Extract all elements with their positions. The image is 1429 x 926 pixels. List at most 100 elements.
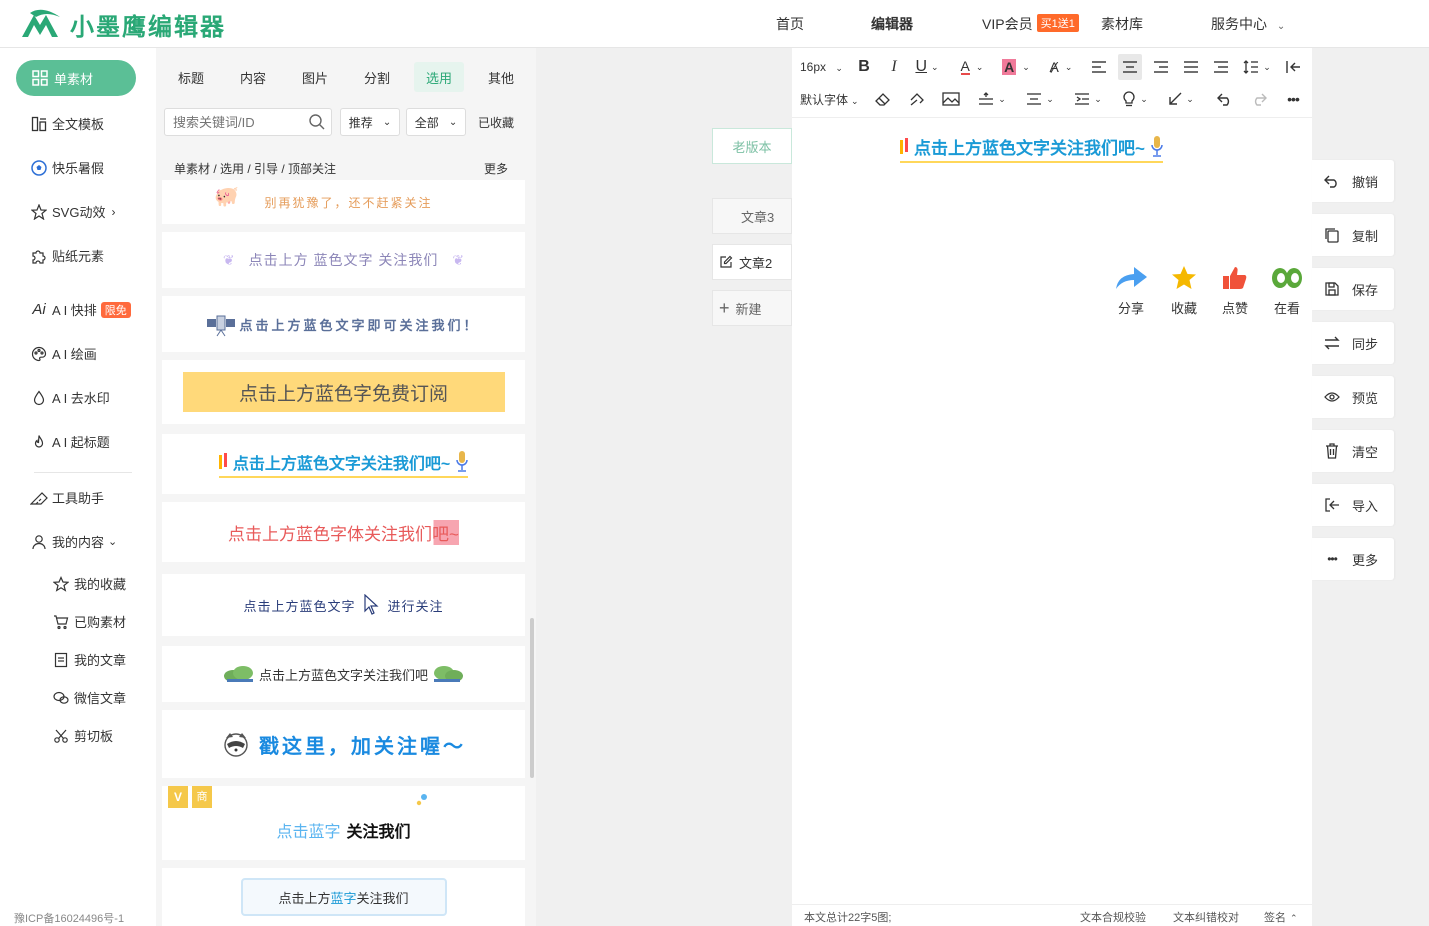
new-article-button[interactable]: + 新建 [712, 290, 792, 326]
reaction-share[interactable]: 分享 [1109, 264, 1153, 317]
panel-scrollbar[interactable] [530, 618, 534, 778]
sidebar-item-ai-layout[interactable]: Ai A I 快排 限免 [30, 300, 131, 319]
align-left-icon[interactable] [1088, 56, 1110, 78]
material-card[interactable]: 点击上方蓝色字体关注我们吧~ [162, 502, 525, 562]
import-button[interactable]: 导入 [1312, 484, 1394, 526]
nav-library[interactable]: 素材库 [1101, 14, 1143, 34]
material-card[interactable]: ❦ 点击上方 蓝色文字 关注我们 ❦ [162, 232, 525, 288]
sidebar-item-summer[interactable]: 快乐暑假 [30, 158, 104, 177]
wings-icon: ❦ [452, 251, 465, 268]
material-card[interactable]: 点击上方蓝色文字即可关注我们！ [162, 296, 525, 352]
clear-button[interactable]: 清空 [1312, 430, 1394, 472]
action-label: 同步 [1352, 336, 1379, 352]
underline-icon[interactable]: U ⌄ [912, 56, 942, 78]
more-toolbar-icon[interactable]: ••• [1282, 88, 1304, 110]
undo-button[interactable]: 撤销 [1312, 160, 1394, 202]
chevron-down-icon: ⌄ [851, 96, 859, 106]
tab-other[interactable]: 其他 [476, 62, 526, 92]
sidebar-item-templates[interactable]: 全文模板 [30, 114, 104, 133]
align-center-icon[interactable] [1118, 54, 1142, 80]
nav-vip[interactable]: VIP会员 买1送1 [982, 14, 1079, 34]
sidebar-sub-favorites[interactable]: 我的收藏 [52, 574, 126, 593]
undo-toolbar-icon[interactable] [1214, 88, 1236, 110]
material-card[interactable]: 点击上方蓝色文字 进行关注 [162, 574, 525, 636]
indent-icon[interactable] [1210, 56, 1232, 78]
material-card[interactable]: V 商 点击蓝字 关注我们 [162, 786, 525, 860]
highlight-icon[interactable]: A ⌄ [1000, 56, 1032, 78]
reaction-watching[interactable]: 在看 [1265, 264, 1309, 317]
justify-icon[interactable] [1180, 56, 1202, 78]
sidebar-item-ai-title[interactable]: A I 起标题 [30, 432, 110, 451]
logo[interactable]: 小墨鹰编辑器 [20, 6, 226, 42]
more-link[interactable]: 更多 [484, 160, 508, 177]
tab-divider[interactable]: 分割 [352, 62, 402, 92]
paragraph-spacing-icon[interactable]: ⌄ [1022, 88, 1058, 110]
tab-title[interactable]: 标题 [166, 62, 216, 92]
tab-selection[interactable]: 选用 [414, 62, 464, 92]
scope-dropdown[interactable]: 全部 ⌄ [406, 108, 466, 136]
arrow-icon[interactable]: ⌄ [1164, 88, 1198, 110]
sidebar-sub-articles[interactable]: 我的文章 [52, 650, 126, 669]
sidebar-item-svg[interactable]: SVG动效 › [30, 202, 115, 221]
reaction-like[interactable]: 点赞 [1213, 264, 1257, 317]
proofread-link[interactable]: 文本纠错校对 [1173, 909, 1239, 925]
reaction-favorite[interactable]: 收藏 [1162, 264, 1206, 317]
spacing-icon[interactable]: ⌄ [974, 88, 1010, 110]
format-painter-icon[interactable] [906, 88, 928, 110]
align-right-icon[interactable] [1150, 56, 1172, 78]
preview-button[interactable]: 预览 [1312, 376, 1394, 418]
sidebar-sub-wechat[interactable]: 微信文章 [52, 688, 126, 707]
font-color-icon[interactable]: A ⌄ [956, 56, 988, 78]
material-card[interactable]: 点击上方蓝色文字关注我们吧 [162, 646, 525, 702]
old-version-button[interactable]: 老版本 [712, 128, 792, 164]
article-tab-2[interactable]: 文章2 [712, 244, 792, 280]
compliance-check-link[interactable]: 文本合规校验 [1080, 909, 1146, 925]
icp-record[interactable]: 豫ICP备16024496号-1 [14, 910, 124, 926]
chevron-down-icon: ⌄ [1276, 21, 1286, 32]
sync-button[interactable]: 同步 [1312, 322, 1394, 364]
image-icon[interactable] [940, 88, 962, 110]
save-button[interactable]: 保存 [1312, 268, 1394, 310]
letter-spacing-icon[interactable]: ⌄ [1070, 88, 1106, 110]
sidebar-item-stickers[interactable]: 贴纸元素 [30, 246, 104, 265]
sidebar-item-single-material[interactable]: 单素材 [16, 60, 136, 96]
signature-toggle[interactable]: 签名 ⌃ [1264, 909, 1298, 925]
content-title-block[interactable]: 点击上方蓝色文字关注我们吧~ [900, 134, 1163, 163]
sidebar-item-my-content[interactable]: 我的内容 ⌄ [30, 532, 117, 551]
sidebar-item-tools[interactable]: 工具助手 [30, 488, 104, 507]
material-card[interactable]: 点击上方蓝色文字关注我们吧~ [162, 434, 525, 494]
search-icon[interactable] [308, 113, 326, 134]
text-effect-icon[interactable]: Ⱥ ⌄ [1044, 56, 1078, 78]
redo-toolbar-icon[interactable] [1248, 88, 1270, 110]
sidebar-item-ai-paint[interactable]: A I 绘画 [30, 344, 97, 363]
eraser-icon[interactable] [872, 88, 894, 110]
material-card[interactable]: 戳这里，加关注喔～ [162, 710, 525, 778]
italic-icon[interactable]: I [884, 56, 904, 78]
more-button[interactable]: ••• 更多 [1312, 538, 1394, 580]
sidebar-sub-purchased[interactable]: 已购素材 [52, 612, 126, 631]
bold-icon[interactable]: B [854, 56, 874, 78]
sort-dropdown[interactable]: 推荐 ⌄ [340, 108, 400, 136]
font-size-select[interactable]: 16px ⌄ [800, 60, 843, 74]
copy-button[interactable]: 复制 [1312, 214, 1394, 256]
watching-eyes-icon [1265, 264, 1309, 292]
search-input[interactable] [164, 108, 332, 136]
material-card[interactable]: 点击上方 蓝字 关注我们 [162, 868, 525, 926]
tab-image[interactable]: 图片 [290, 62, 340, 92]
line-height-icon[interactable]: ⌄ [1240, 56, 1274, 78]
material-card[interactable]: 🐖 别再犹豫了，还不赶紧关注 [162, 180, 525, 224]
exit-icon[interactable] [1282, 56, 1304, 78]
star-icon [30, 203, 48, 221]
nav-service[interactable]: 服务中心 ⌄ [1211, 14, 1285, 34]
chevron-down-icon: ⌄ [382, 116, 392, 128]
font-family-select[interactable]: 默认字体 ⌄ [800, 91, 859, 108]
nav-home[interactable]: 首页 [776, 14, 804, 34]
tab-content[interactable]: 内容 [228, 62, 278, 92]
article-tab-3[interactable]: 文章3 [712, 198, 792, 234]
material-card[interactable]: 点击上方蓝色字免费订阅 [162, 360, 525, 424]
nav-editor[interactable]: 编辑器 [871, 14, 913, 34]
favorites-filter[interactable]: 已收藏 [478, 114, 514, 131]
sidebar-item-ai-watermark[interactable]: A I 去水印 [30, 388, 110, 407]
sidebar-sub-clipboard[interactable]: 剪切板 [52, 726, 113, 745]
lightbulb-icon[interactable]: ⌄ [1118, 88, 1152, 110]
